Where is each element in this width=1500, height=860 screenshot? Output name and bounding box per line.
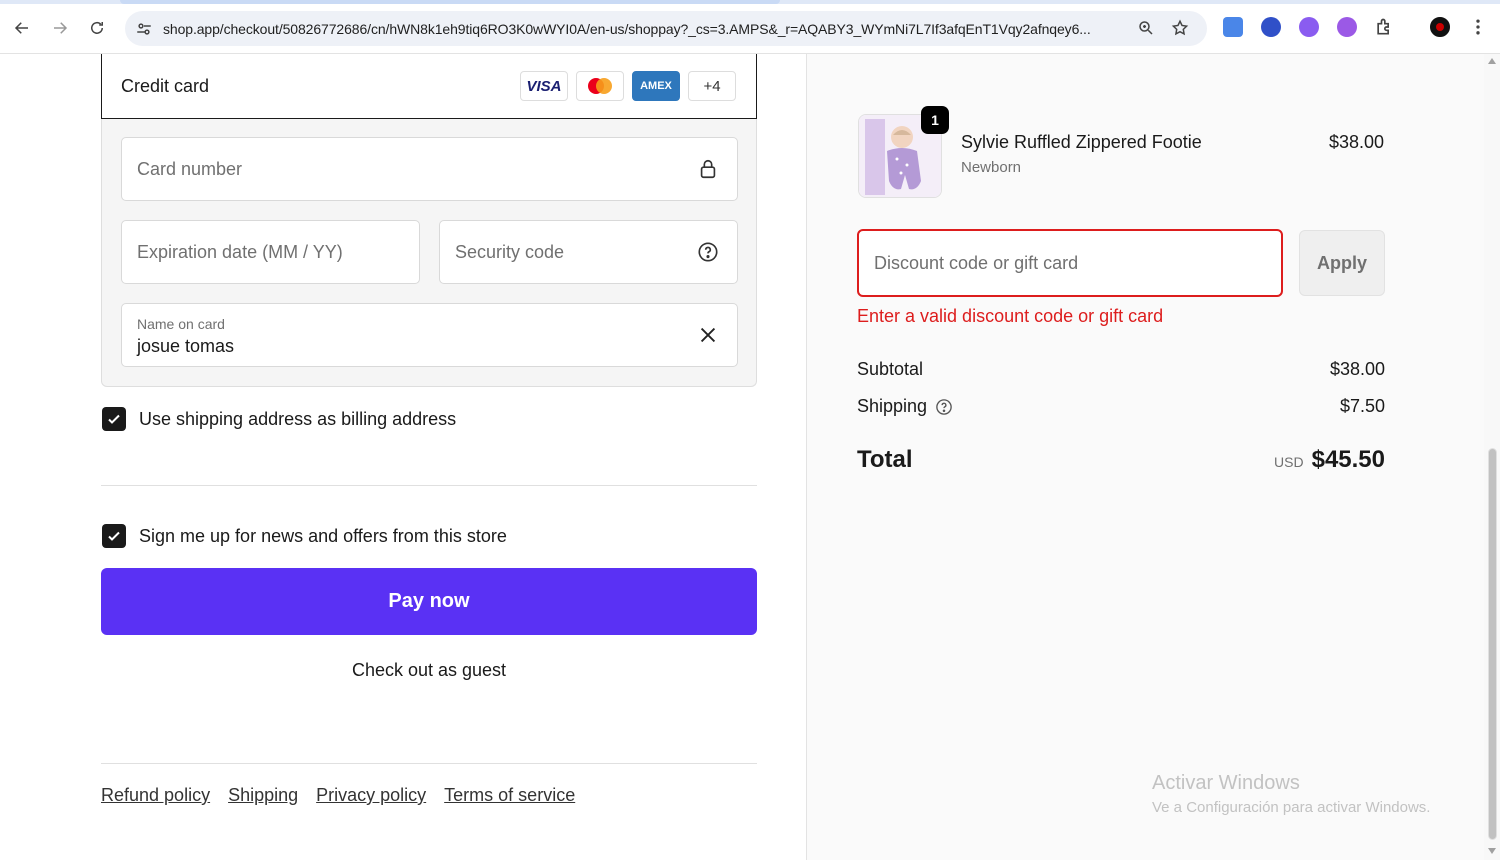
extensions-puzzle-icon[interactable] — [1374, 17, 1394, 37]
discount-placeholder: Discount code or gift card — [874, 252, 1079, 273]
newsletter-option[interactable]: Sign me up for news and offers from this… — [102, 524, 507, 548]
footer-divider — [101, 763, 757, 764]
order-summary: 1 Sylvie Ruffled Zippered Footie Newborn… — [806, 54, 1484, 860]
shipping-row: Shipping $7.50 — [857, 396, 1385, 417]
total-label: Total — [857, 446, 913, 473]
product-name: Sylvie Ruffled Zippered Footie — [961, 132, 1202, 152]
back-button[interactable] — [8, 14, 36, 42]
card-number-placeholder: Card number — [137, 158, 243, 179]
newsletter-checkbox[interactable] — [102, 524, 126, 548]
forward-arrow-icon — [54, 22, 68, 34]
profile-avatar[interactable] — [1430, 17, 1450, 37]
subtotal-value: $38.00 — [1329, 359, 1385, 379]
watermark-title: Activar Windows — [1152, 772, 1300, 794]
mastercard-icon — [588, 78, 612, 94]
windows-activation-watermark: Activar Windows Ve a Configuración para … — [1152, 772, 1430, 816]
lock-icon — [700, 159, 716, 179]
tab-strip — [0, 0, 1500, 4]
clear-close-icon[interactable] — [697, 324, 719, 346]
extension-icon-2[interactable] — [1337, 17, 1357, 37]
terms-of-service-link[interactable]: Terms of service — [444, 785, 575, 806]
page-scrollbar[interactable] — [1484, 54, 1500, 860]
url-text[interactable]: shop.app/checkout/50826772686/cn/hWN8k1e… — [163, 21, 1123, 37]
zoom-icon[interactable] — [1137, 19, 1155, 37]
privacy-policy-link[interactable]: Privacy policy — [316, 785, 426, 806]
billing-checkbox[interactable] — [102, 407, 126, 431]
expiration-placeholder: Expiration date (MM / YY) — [137, 241, 343, 262]
check-icon — [108, 414, 120, 424]
pay-now-button[interactable]: Pay now — [101, 568, 757, 635]
billing-checkbox-label: Use shipping address as billing address — [139, 408, 457, 429]
scrollbar-thumb[interactable] — [1488, 448, 1497, 840]
total-row: Total USD $45.50 — [857, 446, 1385, 474]
shipping-value: $7.50 — [1339, 396, 1385, 416]
quantity-badge: 1 — [921, 106, 949, 134]
active-tab[interactable] — [120, 0, 780, 4]
discount-error-message: Enter a valid discount code or gift card — [857, 306, 1164, 326]
address-bar[interactable]: shop.app/checkout/50826772686/cn/hWN8k1e… — [125, 11, 1207, 46]
reload-button[interactable] — [83, 14, 111, 42]
security-code-placeholder: Security code — [455, 241, 565, 262]
footer-links: Refund policy Shipping Privacy policy Te… — [101, 785, 575, 806]
reload-icon — [91, 21, 103, 34]
browser-menu-icon[interactable] — [1468, 17, 1488, 37]
card-details-panel: Card number Expiration date (MM / YY) Se… — [101, 119, 757, 387]
divider — [101, 485, 757, 486]
amex-logo: AMEX — [632, 71, 680, 101]
shipping-policy-link[interactable]: Shipping — [228, 785, 298, 806]
refund-policy-link[interactable]: Refund policy — [101, 785, 210, 806]
newsletter-checkbox-label: Sign me up for news and offers from this… — [139, 525, 507, 546]
product-price: $38.00 — [1328, 132, 1384, 152]
card-logos: VISA AMEX +4 — [520, 71, 736, 101]
card-number-field[interactable]: Card number — [121, 137, 738, 201]
help-circle-icon[interactable] — [697, 241, 719, 263]
guest-checkout-link[interactable]: Check out as guest — [101, 660, 757, 681]
billing-address-option[interactable]: Use shipping address as billing address — [102, 407, 456, 431]
shipping-label: Shipping — [857, 396, 928, 416]
apply-discount-button[interactable]: Apply — [1299, 230, 1385, 296]
subtotal-row: Subtotal $38.00 — [857, 359, 1385, 380]
currency-code: USD — [1274, 454, 1304, 470]
back-arrow-icon — [14, 22, 28, 34]
more-cards-badge: +4 — [688, 71, 736, 101]
payment-method-label: Credit card — [121, 75, 210, 96]
name-on-card-value: josue tomas — [137, 336, 235, 356]
credit-card-option[interactable]: Credit card VISA AMEX +4 — [101, 54, 757, 119]
scroll-up-arrow-icon[interactable] — [1488, 58, 1496, 64]
total-value: $45.50 — [1311, 446, 1385, 473]
visa-logo: VISA — [520, 71, 568, 101]
scroll-down-arrow-icon[interactable] — [1488, 848, 1496, 854]
site-settings-icon[interactable] — [135, 20, 153, 38]
checkout-form: Credit card VISA AMEX +4 Card number Exp… — [0, 54, 806, 860]
forward-button[interactable] — [46, 14, 74, 42]
expiration-date-field[interactable]: Expiration date (MM / YY) — [121, 220, 420, 284]
shipping-help-icon[interactable] — [935, 398, 953, 416]
extension-icon[interactable] — [1299, 17, 1319, 37]
name-on-card-label: Name on card — [137, 316, 225, 332]
mastercard-logo — [576, 71, 624, 101]
check-icon — [108, 531, 120, 541]
translate-extension-icon[interactable] — [1223, 17, 1243, 37]
subtotal-label: Subtotal — [857, 359, 924, 379]
security-code-field[interactable]: Security code — [439, 220, 738, 284]
browser-toolbar: shop.app/checkout/50826772686/cn/hWN8k1e… — [0, 0, 1500, 54]
discount-code-input[interactable]: Discount code or gift card — [857, 229, 1283, 297]
name-on-card-field[interactable]: Name on card josue tomas — [121, 303, 738, 367]
bookmark-star-icon[interactable] — [1171, 19, 1189, 37]
security-extension-icon[interactable] — [1261, 17, 1281, 37]
product-variant: Newborn — [961, 159, 1022, 176]
watermark-subtitle: Ve a Configuración para activar Windows. — [1152, 799, 1431, 816]
